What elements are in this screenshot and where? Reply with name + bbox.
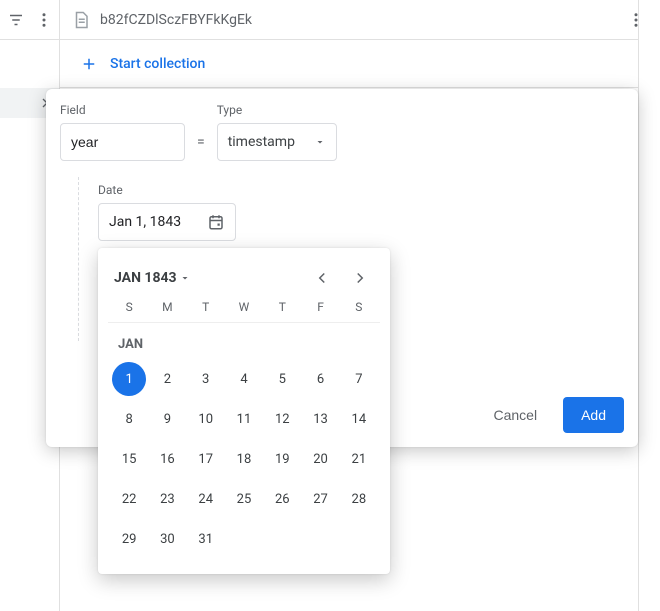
weekday-label: W xyxy=(225,300,263,314)
cancel-button[interactable]: Cancel xyxy=(475,397,555,433)
day-cell[interactable]: 15 xyxy=(110,442,148,476)
weekday-label: S xyxy=(340,300,378,314)
day-cell[interactable]: 9 xyxy=(148,402,186,436)
weekday-label: F xyxy=(301,300,339,314)
equals-sign: = xyxy=(195,123,207,161)
day-cell[interactable]: 1 xyxy=(112,362,146,396)
more-icon[interactable] xyxy=(32,8,56,32)
day-cell[interactable]: 25 xyxy=(225,482,263,516)
day-cell[interactable]: 23 xyxy=(148,482,186,516)
type-select[interactable]: timestamp xyxy=(217,123,337,161)
day-cell[interactable]: 27 xyxy=(301,482,339,516)
document-header: b82fCZDlSczFBYFkKgEk xyxy=(60,8,660,32)
type-label: Type xyxy=(217,103,337,117)
dropdown-icon xyxy=(179,272,191,284)
date-input[interactable]: Jan 1, 1843 xyxy=(98,203,236,241)
day-cell[interactable]: 2 xyxy=(148,362,186,396)
day-cell[interactable]: 14 xyxy=(340,402,378,436)
date-picker: JAN 1843 SMTWTFS JAN 1234567891011121314… xyxy=(98,248,390,574)
datepicker-grid: 1234567891011121314151617181920212223242… xyxy=(108,360,380,560)
day-cell[interactable]: 13 xyxy=(301,402,339,436)
next-month-button[interactable] xyxy=(346,264,374,292)
day-cell[interactable]: 6 xyxy=(301,362,339,396)
day-cell[interactable]: 7 xyxy=(340,362,378,396)
filter-icon[interactable] xyxy=(4,8,28,32)
day-cell[interactable]: 20 xyxy=(301,442,339,476)
calendar-icon xyxy=(207,213,225,231)
datepicker-month-label: JAN xyxy=(108,323,380,360)
day-cell[interactable]: 30 xyxy=(148,522,186,556)
day-cell[interactable]: 26 xyxy=(263,482,301,516)
day-cell[interactable]: 12 xyxy=(263,402,301,436)
day-cell[interactable]: 31 xyxy=(187,522,225,556)
weekday-label: T xyxy=(187,300,225,314)
day-cell[interactable]: 29 xyxy=(110,522,148,556)
day-cell[interactable]: 3 xyxy=(187,362,225,396)
field-label: Field xyxy=(60,103,185,117)
date-label: Date xyxy=(98,183,624,197)
day-cell[interactable]: 8 xyxy=(110,402,148,436)
day-cell[interactable]: 5 xyxy=(263,362,301,396)
day-cell[interactable]: 18 xyxy=(225,442,263,476)
datepicker-month-select[interactable]: JAN 1843 xyxy=(114,270,191,286)
weekday-label: T xyxy=(263,300,301,314)
document-icon xyxy=(72,11,90,29)
day-cell[interactable]: 28 xyxy=(340,482,378,516)
day-cell[interactable]: 19 xyxy=(263,442,301,476)
datepicker-weekdays: SMTWTFS xyxy=(108,294,380,323)
plus-icon xyxy=(80,55,98,73)
start-collection-button[interactable]: Start collection xyxy=(60,40,638,88)
field-name-input[interactable] xyxy=(60,123,185,161)
dropdown-icon xyxy=(314,136,326,148)
day-cell[interactable]: 17 xyxy=(187,442,225,476)
day-cell[interactable]: 21 xyxy=(340,442,378,476)
start-collection-label: Start collection xyxy=(110,56,205,72)
datepicker-title: JAN 1843 xyxy=(114,270,177,286)
day-cell[interactable]: 11 xyxy=(225,402,263,436)
add-button[interactable]: Add xyxy=(563,397,624,433)
weekday-label: M xyxy=(148,300,186,314)
day-cell[interactable]: 16 xyxy=(148,442,186,476)
weekday-label: S xyxy=(110,300,148,314)
day-cell[interactable]: 22 xyxy=(110,482,148,516)
day-cell[interactable]: 10 xyxy=(187,402,225,436)
day-cell[interactable]: 4 xyxy=(225,362,263,396)
type-select-value: timestamp xyxy=(228,134,295,150)
prev-month-button[interactable] xyxy=(308,264,336,292)
document-id: b82fCZDlSczFBYFkKgEk xyxy=(100,12,252,28)
day-cell[interactable]: 24 xyxy=(187,482,225,516)
date-input-value: Jan 1, 1843 xyxy=(109,214,181,230)
right-gutter xyxy=(638,0,660,611)
